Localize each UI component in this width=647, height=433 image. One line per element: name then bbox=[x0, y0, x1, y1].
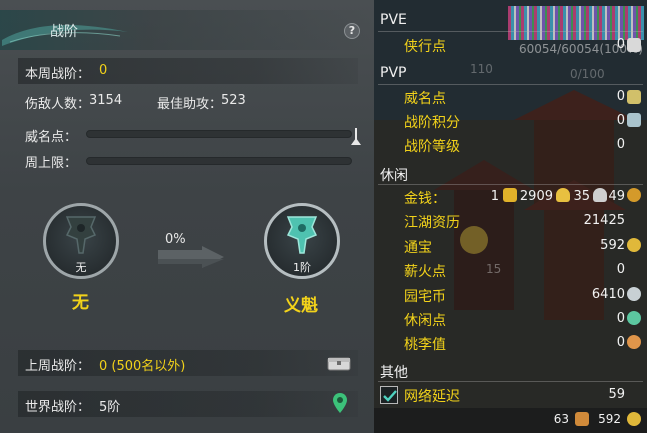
leisure-header: 休闲 bbox=[380, 168, 408, 184]
best-assist-value: 523 bbox=[221, 93, 246, 108]
latency-label: 网络延迟 bbox=[404, 389, 460, 405]
weekly-cap-progress-bar bbox=[86, 157, 352, 165]
money-gold-value: 1 bbox=[490, 189, 499, 204]
best-assist-label: 最佳助攻： bbox=[157, 97, 223, 112]
checkmark-icon bbox=[383, 390, 397, 402]
next-rank-emblem: 1阶 bbox=[264, 203, 340, 279]
money-label: 金钱： bbox=[404, 191, 446, 207]
kills-label: 伤敌人数： bbox=[25, 97, 91, 112]
tongbao-value: 592 bbox=[600, 238, 625, 253]
current-rank-name: 无 bbox=[72, 293, 89, 313]
kills-value: 3154 bbox=[89, 93, 123, 108]
money-copper-value: 35 bbox=[573, 189, 590, 204]
background-ratio-text: 0/100 bbox=[570, 67, 605, 81]
background-count-text: 15 bbox=[486, 262, 502, 276]
weekly-cap-label: 周上限： bbox=[25, 156, 78, 171]
reward-chest-icon[interactable] bbox=[327, 355, 351, 371]
rank-score-icon bbox=[627, 113, 641, 127]
progress-arrow-icon bbox=[158, 246, 224, 268]
leisure-divider bbox=[378, 184, 643, 185]
rank-progress-percent: 0% bbox=[165, 232, 186, 247]
rank-score-value: 0 bbox=[616, 113, 625, 128]
home-coin-value: 6410 bbox=[591, 287, 625, 302]
fame-label: 威名点： bbox=[25, 130, 78, 145]
fame-progress-bar bbox=[86, 130, 352, 138]
other-divider bbox=[378, 381, 643, 382]
taoli-value-label: 桃李值 bbox=[404, 337, 446, 353]
bottom-status-bar: 63 592 bbox=[374, 408, 647, 433]
top-status-strip bbox=[508, 6, 644, 40]
week-rank-value: 0 bbox=[99, 63, 108, 78]
pve-header: PVE bbox=[380, 12, 407, 28]
next-emblem-caption: 1阶 bbox=[293, 261, 311, 274]
leisure-points-icon bbox=[627, 311, 641, 325]
tongbao-coin-icon bbox=[627, 238, 641, 252]
last-week-label: 上周战阶： bbox=[25, 359, 91, 374]
cap-marker-icon bbox=[351, 128, 361, 145]
leisure-points-value: 0 bbox=[616, 311, 625, 326]
fame-points-value: 0 bbox=[616, 89, 625, 104]
help-icon[interactable]: ? bbox=[344, 23, 360, 39]
latency-checkbox[interactable] bbox=[380, 386, 398, 404]
xiaxing-points-label: 侠行点 bbox=[404, 39, 446, 55]
panel-header: 战阶 ? bbox=[0, 10, 374, 50]
coin-icon bbox=[627, 188, 641, 202]
money-other-value: 49 bbox=[608, 189, 625, 204]
xinhuo-points-value: 0 bbox=[616, 262, 625, 277]
jianghu-exp-value: 21425 bbox=[583, 213, 625, 228]
boot-icon bbox=[575, 412, 589, 426]
panel-title: 战阶 bbox=[50, 24, 78, 40]
currency-panel: 60054/60054(100%) 110 0/100 15 PVE 侠行点 0… bbox=[374, 0, 647, 433]
world-rank-label: 世界战阶： bbox=[25, 400, 91, 415]
rank-score-label: 战阶积分 bbox=[404, 115, 460, 131]
pve-divider bbox=[378, 31, 643, 32]
home-coin-icon bbox=[627, 287, 641, 301]
home-coin-label: 园宅币 bbox=[404, 289, 446, 305]
rank-level-value: 0 bbox=[616, 137, 625, 152]
fame-points-icon bbox=[627, 90, 641, 104]
current-emblem-caption: 无 bbox=[75, 261, 87, 274]
jianghu-exp-label: 江湖资历 bbox=[404, 215, 460, 231]
pvp-divider bbox=[378, 84, 643, 85]
world-rank-value: 5阶 bbox=[99, 400, 121, 415]
xiaxing-points-value: 0 bbox=[616, 37, 625, 52]
money-silver-value: 2909 bbox=[519, 189, 553, 204]
location-pin-icon[interactable] bbox=[333, 393, 347, 413]
xiaxing-points-icon bbox=[627, 38, 641, 52]
rank-badge-icon bbox=[65, 216, 97, 254]
week-rank-label: 本周战阶： bbox=[25, 67, 91, 82]
bottom-count-b: 592 bbox=[598, 412, 621, 426]
peach-icon bbox=[627, 335, 641, 349]
silver-ingot-icon bbox=[556, 188, 570, 202]
copper-ingot-icon bbox=[593, 188, 607, 202]
fame-points-label: 威名点 bbox=[404, 91, 446, 107]
gold-ingot-icon bbox=[503, 188, 517, 202]
next-rank-name: 义魁 bbox=[284, 296, 318, 316]
background-level-text: 110 bbox=[470, 62, 493, 76]
last-week-value: 0 (500名以外) bbox=[99, 359, 186, 374]
rank-level-label: 战阶等级 bbox=[404, 139, 460, 155]
leisure-points-label: 休闲点 bbox=[404, 313, 446, 329]
tongbao-label: 通宝 bbox=[404, 240, 432, 256]
current-rank-emblem: 无 bbox=[43, 203, 119, 279]
bottom-count-a: 63 bbox=[553, 412, 569, 426]
xinhuo-points-label: 薪火点 bbox=[404, 264, 446, 280]
other-header: 其他 bbox=[380, 365, 408, 381]
rank-badge-icon bbox=[286, 216, 318, 254]
battle-rank-panel: 战阶 ? 本周战阶： 0 伤敌人数： 3154 最佳助攻： 523 威名点： 周… bbox=[0, 0, 374, 433]
tongbao-coin-icon bbox=[627, 412, 641, 426]
taoli-value-value: 0 bbox=[616, 335, 625, 350]
pvp-header: PVP bbox=[380, 65, 407, 81]
latency-value: 59 bbox=[608, 387, 625, 402]
